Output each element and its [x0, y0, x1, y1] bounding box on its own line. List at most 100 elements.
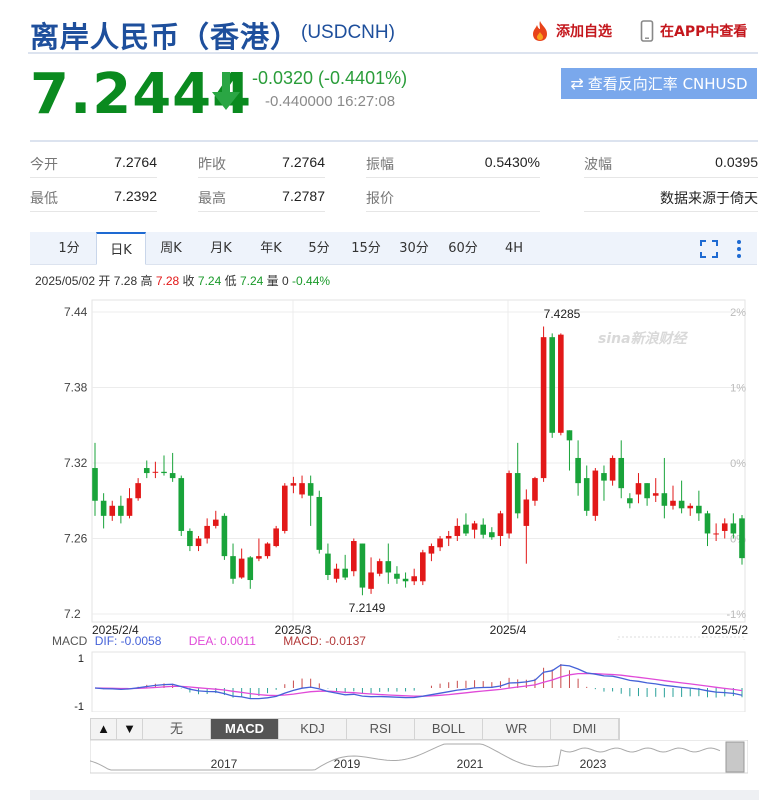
phone-icon	[640, 20, 654, 42]
app-view-label: 在APP中查看	[660, 24, 748, 40]
candle	[376, 558, 383, 577]
y-tick-label: 7.38	[64, 381, 88, 395]
ohlc-pct: -0.44%	[292, 274, 331, 288]
ohlc-close-label: 收	[182, 274, 195, 288]
candle-body	[652, 493, 659, 496]
indicator-bar: ▲ ▼ 无 MACD KDJ RSI BOLL WR DMI	[90, 718, 620, 740]
candle-body	[394, 573, 400, 579]
candle-body	[437, 538, 443, 548]
fullscreen-icon[interactable]	[699, 239, 719, 259]
app-view-button[interactable]: 在APP中查看	[640, 20, 747, 42]
ohlc-date: 2025/05/02	[35, 274, 96, 288]
candle-body	[290, 483, 297, 486]
macd-chart[interactable]: 1 -1	[0, 648, 779, 712]
pct-tick-label: 1%	[730, 383, 746, 395]
candle-body	[583, 478, 590, 511]
stat-value: 0.5430%	[484, 154, 540, 170]
min-label: 7.2149	[349, 601, 386, 615]
candle-body	[359, 543, 366, 588]
stat-label: 波幅	[584, 157, 612, 173]
candle-body	[247, 557, 254, 581]
indicator-rsi[interactable]: RSI	[347, 719, 415, 739]
plot-area	[91, 299, 746, 623]
tab-yearly-k[interactable]: 年K	[246, 232, 296, 265]
tab-60min[interactable]: 60分	[438, 232, 488, 265]
candle-body	[558, 334, 564, 433]
macd-y-tick: 1	[78, 653, 84, 665]
stat-source: 数据来源于倚天	[584, 180, 758, 212]
candle-body	[730, 523, 737, 534]
candle-body	[704, 513, 711, 534]
candle-body	[169, 473, 176, 479]
indicator-macd[interactable]: MACD	[211, 719, 279, 739]
candle	[549, 333, 556, 438]
navigator-handle	[725, 741, 745, 773]
tab-15min[interactable]: 15分	[342, 232, 390, 265]
stat-label: 昨收	[198, 157, 226, 173]
candle-body	[368, 572, 374, 589]
candle-body	[445, 535, 452, 539]
candle-body	[109, 505, 116, 516]
navigator-year: 2019	[334, 757, 361, 771]
navigator-year: 2021	[457, 757, 484, 771]
tab-5min[interactable]: 5分	[296, 232, 342, 265]
candle-body	[428, 546, 435, 554]
candle-body	[489, 532, 495, 538]
candle-body	[100, 500, 107, 516]
candle-body	[307, 483, 314, 496]
candle-body	[618, 457, 625, 489]
scroll-up-button[interactable]: ▲	[91, 719, 117, 739]
stat-label: 最低	[30, 191, 58, 207]
tab-4h[interactable]: 4H	[488, 232, 540, 265]
tab-daily-k[interactable]: 日K	[96, 232, 146, 265]
candle-body	[212, 519, 219, 526]
candle-body	[273, 528, 279, 547]
tab-monthly-k[interactable]: 月K	[196, 232, 246, 265]
scroll-hint	[617, 636, 745, 640]
tab-30min[interactable]: 30分	[390, 232, 438, 265]
stat-label: 今开	[30, 157, 58, 173]
candle	[316, 490, 323, 554]
max-label: 7.4285	[544, 307, 581, 321]
indicator-boll[interactable]: BOLL	[415, 719, 483, 739]
header: 离岸人民币（香港） (USDCNH) 添加自选 在APP中查看	[28, 8, 758, 54]
candle-body	[342, 568, 348, 578]
indicator-kdj[interactable]: KDJ	[279, 719, 347, 739]
candle-body	[195, 538, 202, 547]
more-icon[interactable]	[734, 239, 744, 259]
page-title: 离岸人民币（香港）	[30, 20, 301, 54]
candle-body	[661, 493, 668, 506]
macd-title: MACD	[52, 634, 88, 648]
candle-body	[376, 561, 383, 574]
range-navigator[interactable]: 2017 2019 2021 2023	[90, 740, 748, 774]
candle	[351, 538, 357, 577]
kline-chart[interactable]: 7.447.387.327.267.22%1%0%0%-1%sina新浪财经7.…	[0, 295, 779, 640]
candle-body	[351, 541, 357, 572]
tab-1min[interactable]: 1分	[44, 232, 94, 265]
reverse-rate-button[interactable]: ⇄ 查看反向汇率 CNHUSD	[561, 68, 757, 99]
macd-y-tick: -1	[74, 701, 84, 712]
candle-body	[566, 430, 573, 441]
candle-body	[739, 518, 745, 559]
indicator-none[interactable]: 无	[143, 719, 211, 739]
stat-label: 报价	[366, 191, 394, 207]
candle-body	[118, 505, 124, 516]
candle-body	[532, 478, 538, 501]
stat-prev-close: 昨收 7.2764	[198, 146, 325, 178]
navigator-year: 2017	[211, 757, 238, 771]
indicator-dmi[interactable]: DMI	[551, 719, 619, 739]
tab-weekly-k[interactable]: 周K	[146, 232, 196, 265]
candle-body	[178, 478, 185, 531]
stat-open: 今开 7.2764	[30, 146, 157, 178]
candle-body	[333, 568, 340, 579]
symbol-code: (USDCNH)	[301, 22, 395, 43]
candle-body	[540, 337, 547, 479]
stats-table: 今开 7.2764 昨收 7.2764 振幅 0.5430% 波幅 0.0395…	[30, 140, 758, 212]
add-watch-button[interactable]: 添加自选	[530, 20, 612, 42]
scroll-down-button[interactable]: ▼	[117, 719, 143, 739]
candle	[420, 549, 426, 586]
candle	[540, 326, 547, 482]
indicator-wr[interactable]: WR	[483, 719, 551, 739]
stat-amplitude: 振幅 0.5430%	[366, 146, 540, 178]
candle	[273, 525, 279, 548]
